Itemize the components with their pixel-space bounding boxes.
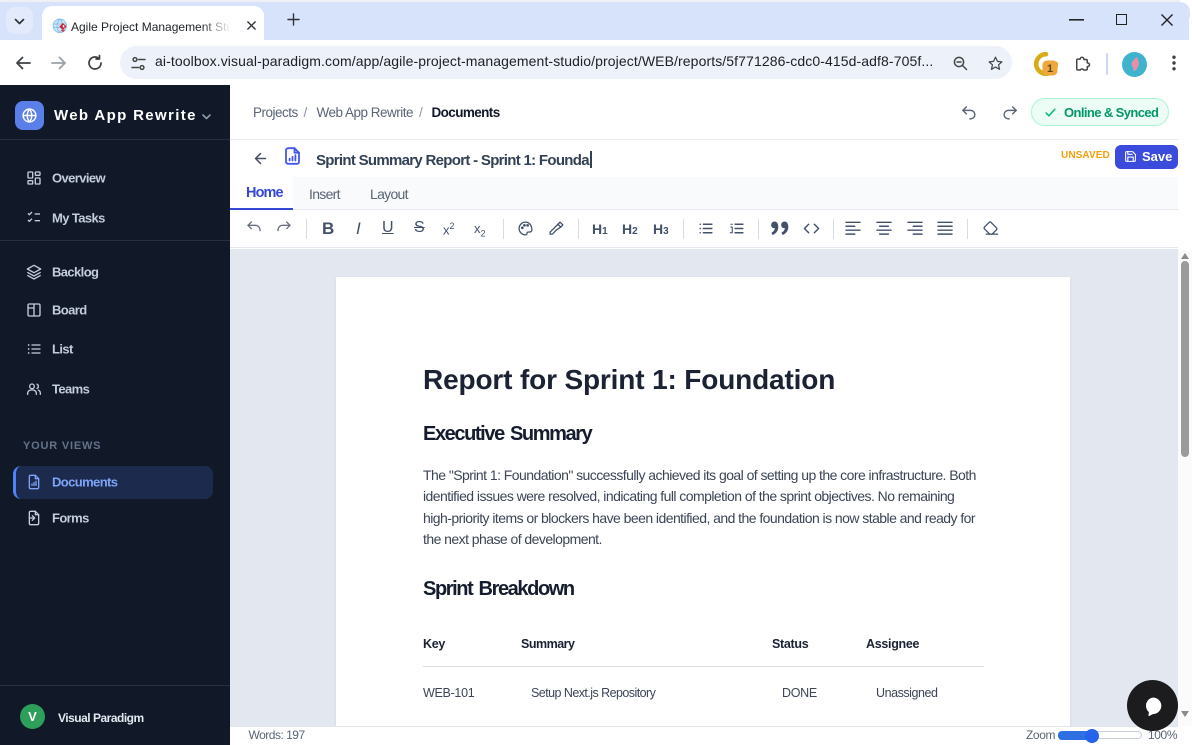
svg-text:1: 1 <box>1047 63 1053 75</box>
